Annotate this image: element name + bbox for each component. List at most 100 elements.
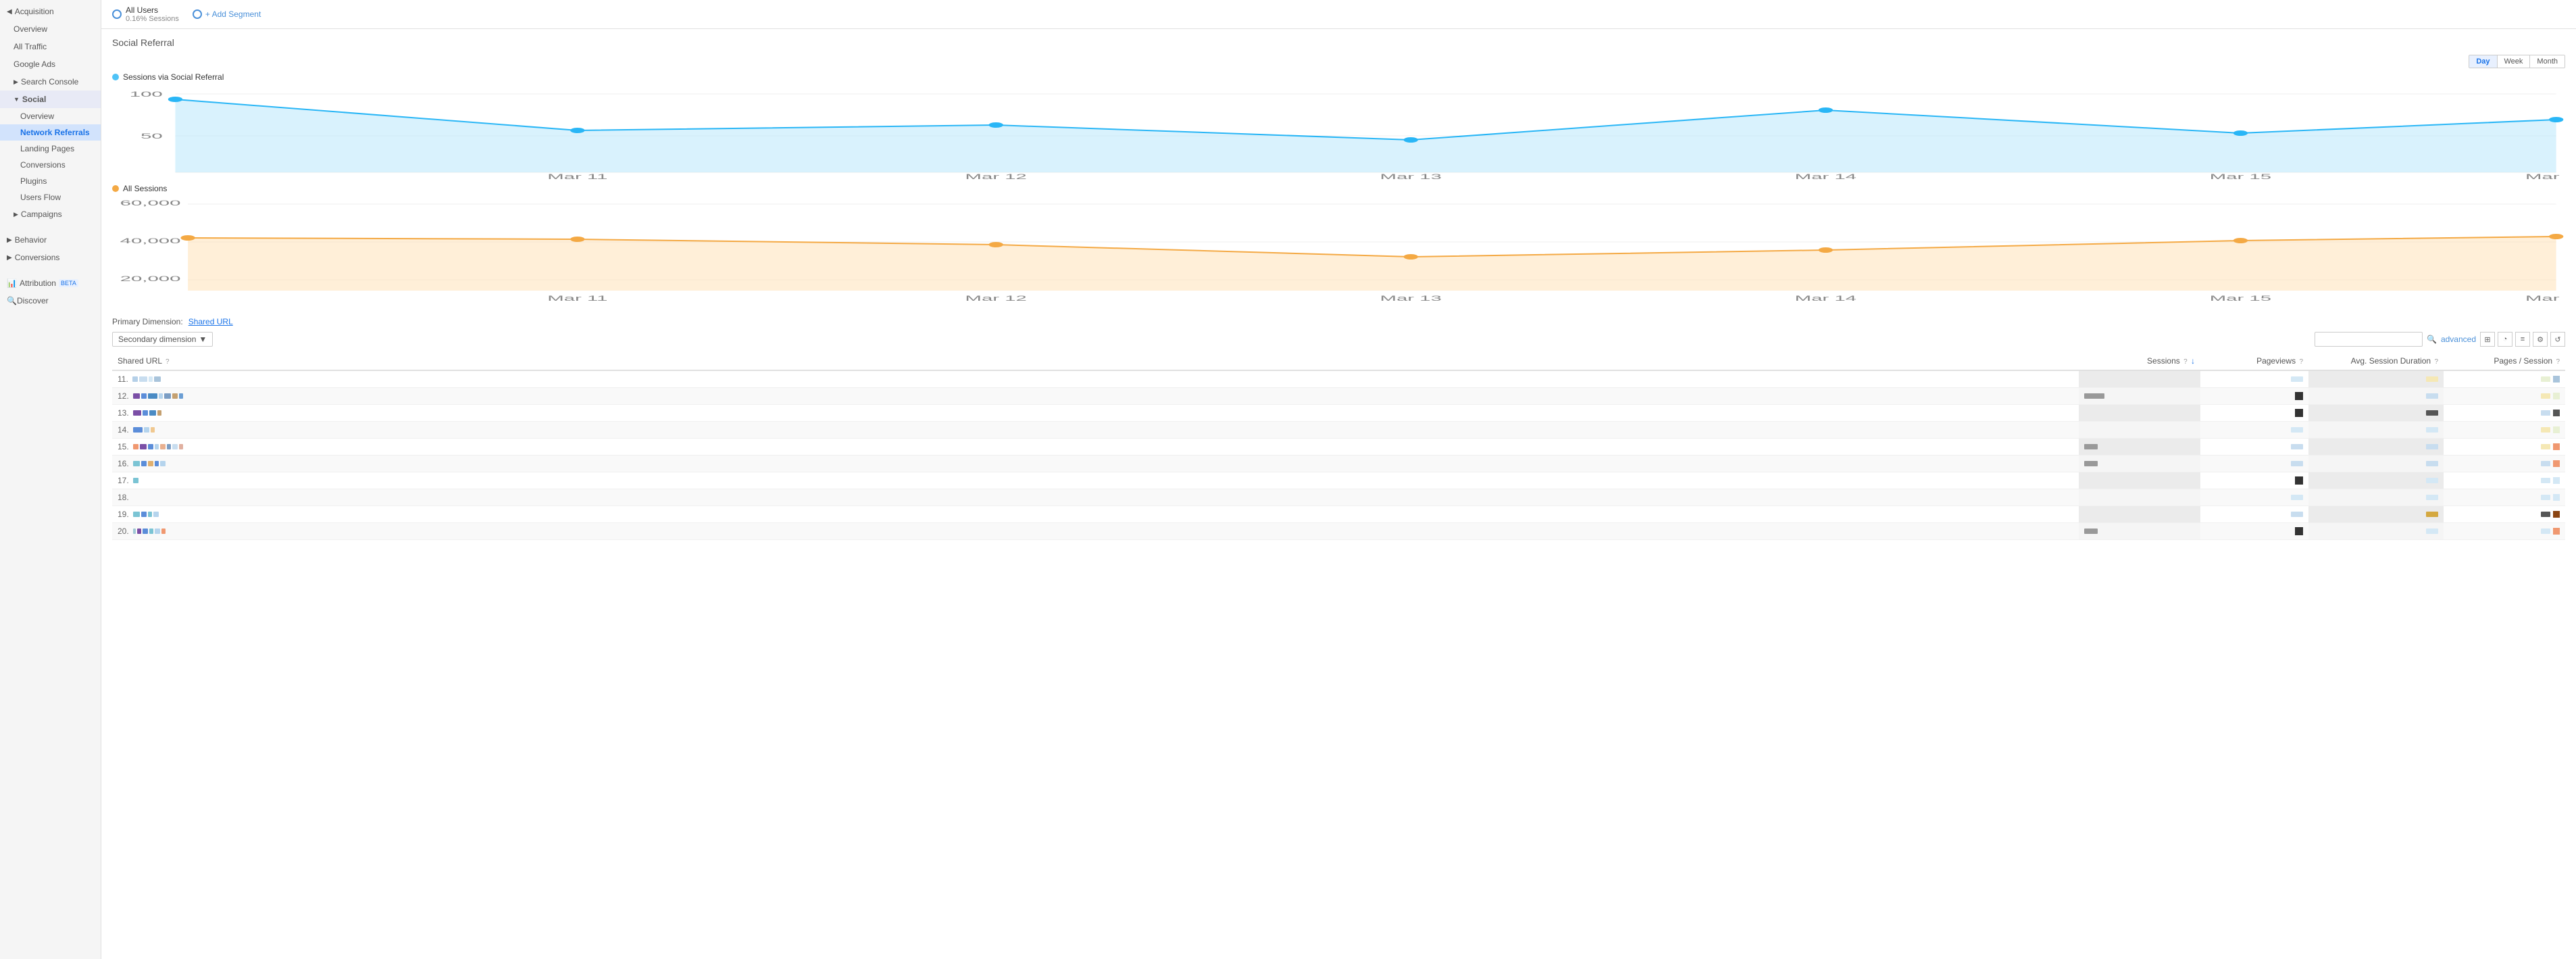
sessions-chart-svg-wrap: 100 50 bbox=[112, 84, 2565, 181]
avg-session-cell bbox=[2308, 456, 2444, 472]
add-segment-btn[interactable]: + Add Segment bbox=[193, 9, 261, 19]
sidebar-item-social-overview[interactable]: Overview bbox=[0, 108, 101, 124]
svg-text:Mar 12: Mar 12 bbox=[965, 294, 1027, 302]
chart-controls: Day Week Month bbox=[112, 55, 2565, 68]
primary-dim-bar: Primary Dimension: Shared URL bbox=[112, 317, 2565, 326]
col-pageviews[interactable]: Pageviews ? bbox=[2200, 352, 2308, 370]
sidebar-item-google-ads[interactable]: Google Ads bbox=[0, 55, 101, 73]
primary-dim-label: Primary Dimension: bbox=[112, 317, 183, 326]
all-users-label: All Users bbox=[126, 5, 179, 15]
url-cell[interactable]: 18. bbox=[112, 489, 2079, 506]
pages-session-cell bbox=[2444, 388, 2565, 405]
table-row: 14. bbox=[112, 422, 2565, 439]
sessions-chart-legend: Sessions via Social Referral bbox=[112, 72, 2565, 82]
segments-bar: All Users 0.16% Sessions + Add Segment bbox=[101, 0, 2576, 29]
sidebar: ◀ Acquisition Overview All Traffic Googl… bbox=[0, 0, 101, 959]
behavior-arrow-icon: ▶ bbox=[7, 237, 12, 244]
url-cell[interactable]: 16. bbox=[112, 456, 2079, 472]
pie-view-btn[interactable]: ◔ bbox=[2498, 332, 2512, 347]
sidebar-attribution-header[interactable]: 📊 Attribution BETA bbox=[0, 274, 101, 292]
col-sessions[interactable]: Sessions ? ↓ bbox=[2079, 352, 2200, 370]
sidebar-item-users-flow[interactable]: Users Flow bbox=[0, 189, 101, 205]
pages-session-cell bbox=[2444, 489, 2565, 506]
pages-session-cell bbox=[2444, 370, 2565, 388]
avg-session-cell bbox=[2308, 472, 2444, 489]
sessions-legend-label: Sessions via Social Referral bbox=[123, 72, 224, 82]
sidebar-item-overview[interactable]: Overview bbox=[0, 20, 101, 38]
url-cell[interactable]: 13. bbox=[112, 405, 2079, 422]
sidebar-item-network-referrals[interactable]: Network Referrals bbox=[0, 124, 101, 141]
list-view-btn[interactable]: ≡ bbox=[2515, 332, 2530, 347]
col-shared-url[interactable]: Shared URL ? bbox=[112, 352, 2079, 370]
sessions-cell bbox=[2079, 422, 2200, 439]
url-cell[interactable]: 11. bbox=[112, 370, 2079, 388]
chevron-down-icon: ▼ bbox=[199, 335, 207, 344]
page-title: Social Referral bbox=[112, 37, 2565, 48]
col-pages-session[interactable]: Pages / Session ? bbox=[2444, 352, 2565, 370]
sessions-cell bbox=[2079, 506, 2200, 523]
sidebar-behavior-header[interactable]: ▶ Behavior bbox=[0, 231, 101, 249]
pages-session-cell bbox=[2444, 523, 2565, 540]
table-row: 12. bbox=[112, 388, 2565, 405]
url-cell[interactable]: 20. bbox=[112, 523, 2079, 540]
url-cell[interactable]: 12. bbox=[112, 388, 2079, 405]
week-btn[interactable]: Week bbox=[2497, 55, 2530, 68]
url-cell[interactable]: 14. bbox=[112, 422, 2079, 439]
search-input[interactable] bbox=[2315, 332, 2423, 347]
secondary-dim-btn[interactable]: Secondary dimension ▼ bbox=[112, 332, 213, 347]
sidebar-conversions-header[interactable]: ▶ Conversions bbox=[0, 249, 101, 266]
main-content: All Users 0.16% Sessions + Add Segment S… bbox=[101, 0, 2576, 959]
svg-text:Mar 16: Mar 16 bbox=[2525, 294, 2565, 302]
sidebar-item-campaigns[interactable]: ▶ Campaigns bbox=[0, 205, 101, 223]
content-area: Social Referral Day Week Month Sessions … bbox=[101, 29, 2576, 548]
sidebar-item-social[interactable]: ▼ Social bbox=[0, 91, 101, 108]
advanced-search-link[interactable]: advanced bbox=[2441, 335, 2476, 344]
sessions-cell bbox=[2079, 439, 2200, 456]
day-btn[interactable]: Day bbox=[2469, 55, 2496, 68]
pages-session-cell bbox=[2444, 422, 2565, 439]
grid-view-btn[interactable]: ⊞ bbox=[2480, 332, 2495, 347]
sidebar-item-landing-pages[interactable]: Landing Pages bbox=[0, 141, 101, 157]
help-icon-pageviews: ? bbox=[2299, 358, 2303, 366]
sort-desc-icon: ↓ bbox=[2191, 356, 2195, 366]
url-cell[interactable]: 19. bbox=[112, 506, 2079, 523]
data-table: Shared URL ? Sessions ? ↓ Pageviews ? bbox=[112, 352, 2565, 540]
sidebar-acquisition-header[interactable]: ◀ Acquisition bbox=[0, 3, 101, 20]
pageviews-cell bbox=[2200, 370, 2308, 388]
dim-controls: Secondary dimension ▼ 🔍 advanced ⊞ ◔ ≡ ⚙… bbox=[112, 332, 2565, 347]
table-row: 19. bbox=[112, 506, 2565, 523]
sessions-cell bbox=[2079, 388, 2200, 405]
sidebar-item-all-traffic[interactable]: All Traffic bbox=[0, 38, 101, 55]
all-users-circle bbox=[112, 9, 122, 19]
svg-text:Mar 11: Mar 11 bbox=[547, 172, 607, 179]
refresh-view-btn[interactable]: ↺ bbox=[2550, 332, 2565, 347]
url-cell[interactable]: 17. bbox=[112, 472, 2079, 489]
month-btn[interactable]: Month bbox=[2529, 55, 2565, 68]
help-icon-url: ? bbox=[166, 358, 170, 366]
pages-session-cell bbox=[2444, 472, 2565, 489]
pageviews-cell bbox=[2200, 506, 2308, 523]
pageviews-cell bbox=[2200, 405, 2308, 422]
table-row: 18. bbox=[112, 489, 2565, 506]
sidebar-discover-header[interactable]: 🔍 Discover bbox=[0, 292, 101, 310]
add-segment-label: + Add Segment bbox=[205, 9, 261, 19]
dim-controls-left: Secondary dimension ▼ bbox=[112, 332, 213, 347]
sidebar-item-conversions[interactable]: Conversions bbox=[0, 157, 101, 173]
search-box: 🔍 advanced ⊞ ◔ ≡ ⚙ ↺ bbox=[2315, 332, 2565, 347]
attribution-label: Attribution bbox=[20, 278, 56, 288]
sidebar-item-plugins[interactable]: Plugins bbox=[0, 173, 101, 189]
table-row: 13. bbox=[112, 405, 2565, 422]
all-sessions-legend-dot bbox=[112, 185, 119, 192]
col-avg-session[interactable]: Avg. Session Duration ? bbox=[2308, 352, 2444, 370]
avg-session-cell bbox=[2308, 388, 2444, 405]
sessions-chart-svg: 100 50 bbox=[112, 84, 2565, 179]
settings-view-btn[interactable]: ⚙ bbox=[2533, 332, 2548, 347]
all-users-pct: 0.16% Sessions bbox=[126, 15, 179, 23]
url-cell[interactable]: 15. bbox=[112, 439, 2079, 456]
sessions-cell bbox=[2079, 405, 2200, 422]
svg-text:40,000: 40,000 bbox=[120, 237, 181, 245]
all-users-segment[interactable]: All Users 0.16% Sessions bbox=[112, 5, 179, 23]
sidebar-item-search-console[interactable]: ▶ Search Console bbox=[0, 73, 101, 91]
table-row: 11. bbox=[112, 370, 2565, 388]
svg-text:20,000: 20,000 bbox=[120, 274, 181, 282]
